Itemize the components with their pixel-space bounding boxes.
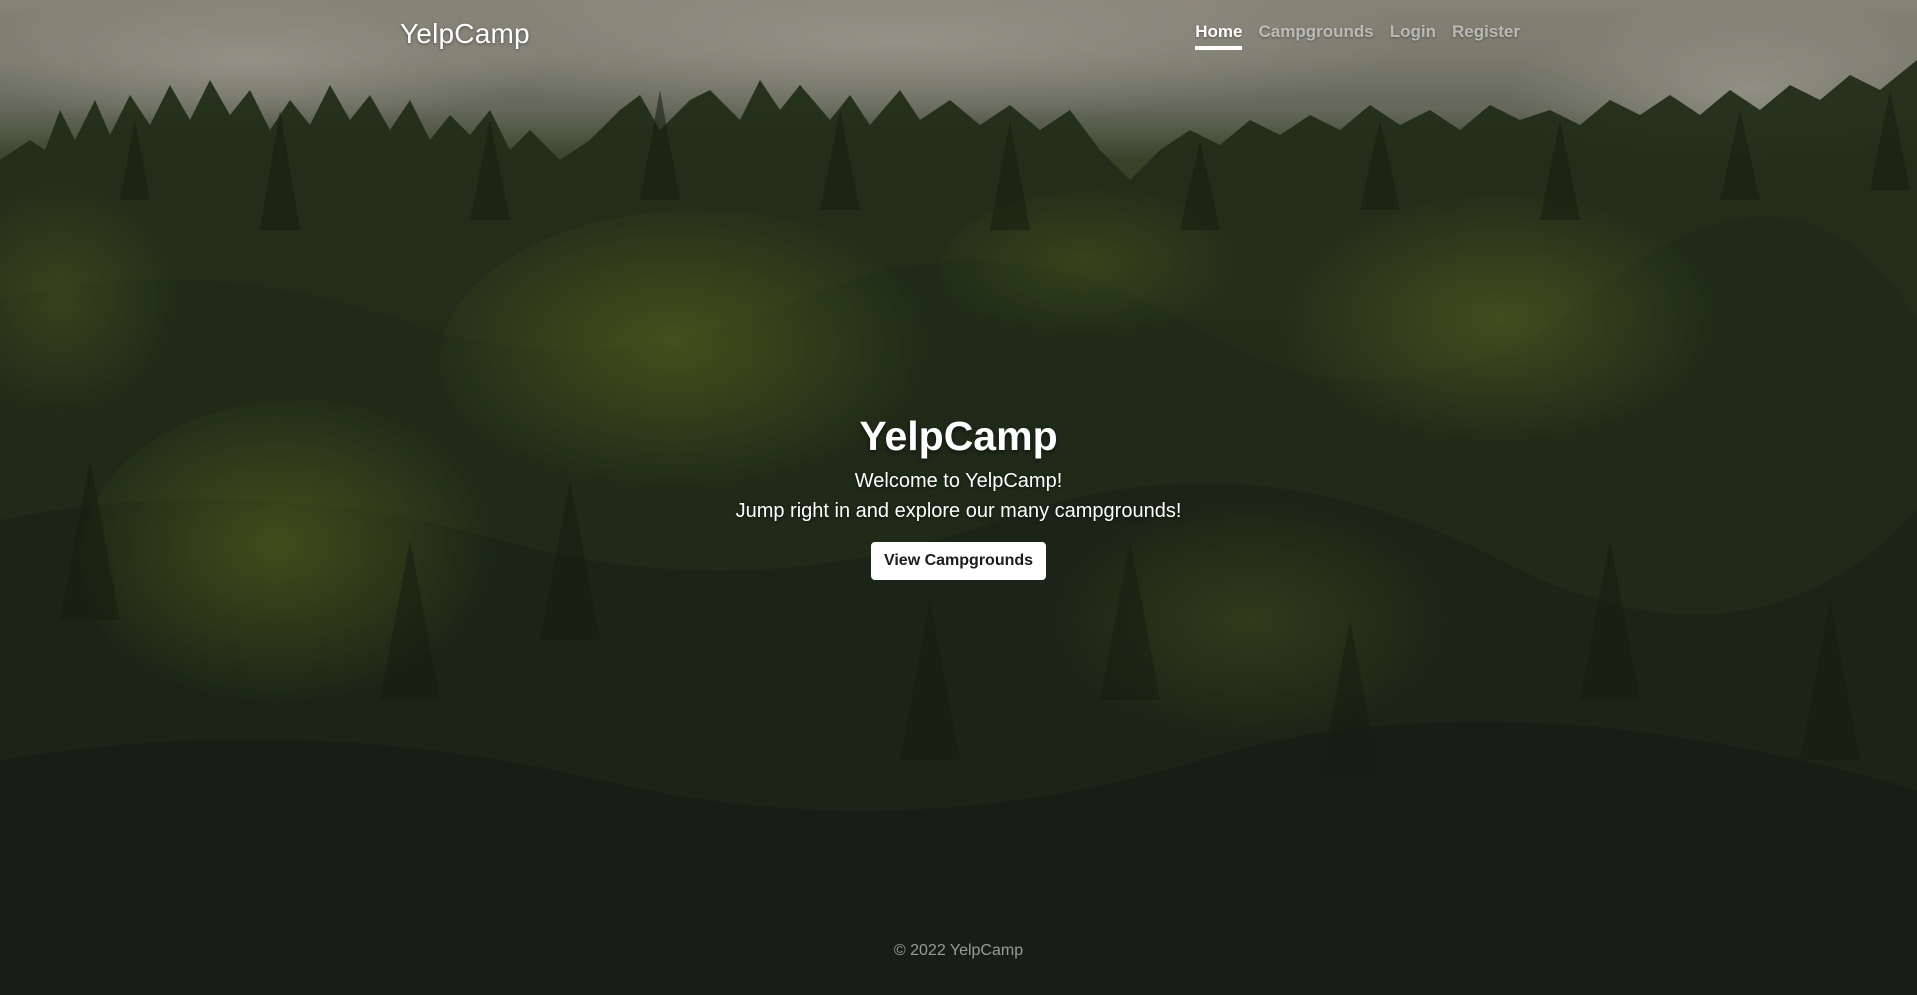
nav-link-register[interactable]: Register <box>1452 22 1520 50</box>
nav-link-login[interactable]: Login <box>1390 22 1436 50</box>
footer-copyright: © 2022 YelpCamp <box>893 942 1024 959</box>
main-nav: Home Campgrounds Login Register <box>1195 22 1520 50</box>
hero-subtitle-text: Jump right in and explore our many campg… <box>735 500 1182 522</box>
site-header: YelpCamp Home Campgrounds Login Register <box>0 0 1917 70</box>
brand-logo-link[interactable]: YelpCamp <box>400 18 530 50</box>
nav-link-home[interactable]: Home <box>1195 22 1243 50</box>
hero-welcome-text: Welcome to YelpCamp! <box>854 470 1063 492</box>
nav-link-campgrounds[interactable]: Campgrounds <box>1258 22 1373 50</box>
site-footer: © 2022 YelpCamp <box>0 942 1917 960</box>
view-campgrounds-button[interactable]: View Campgrounds <box>870 542 1047 580</box>
hero-section: YelpCamp Welcome to YelpCamp! Jump right… <box>0 410 1917 580</box>
hero-title: YelpCamp <box>859 413 1058 459</box>
